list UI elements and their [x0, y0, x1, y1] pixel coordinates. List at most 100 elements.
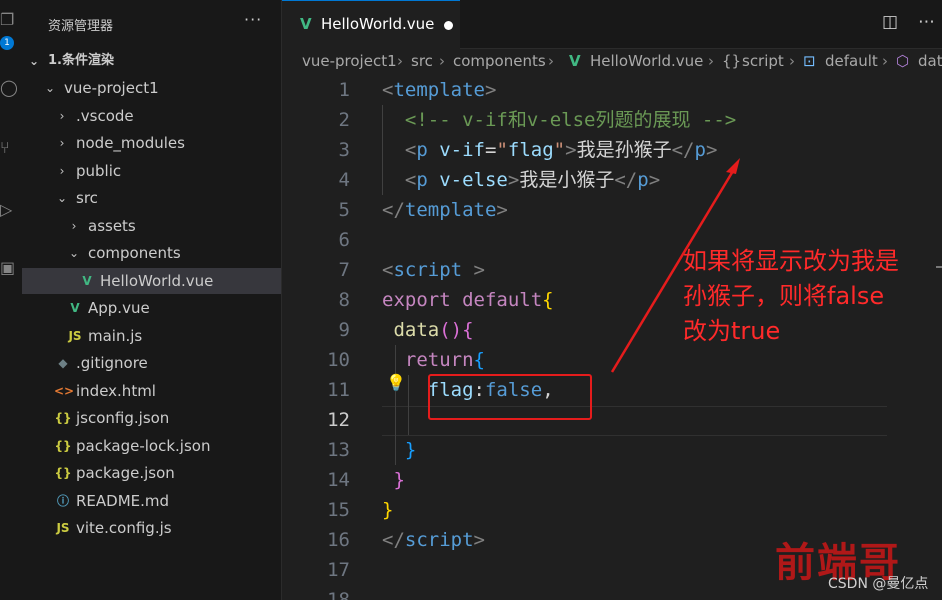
code-token: </	[671, 139, 695, 161]
code-token: p	[416, 139, 428, 161]
chevron-right-icon: ›	[59, 163, 65, 178]
tree-item[interactable]: ⓘ README.md	[22, 488, 281, 514]
code-token: data	[393, 319, 440, 341]
search-icon[interactable]: ◯	[0, 76, 22, 100]
json-file-icon: {}	[54, 438, 72, 453]
tree-item-label: package-lock.json	[76, 436, 211, 455]
chevron-right-icon: ›	[71, 218, 77, 233]
breadcrumb: vue-project1 › src › components › V Hell…	[282, 49, 942, 75]
code-token: >	[496, 199, 508, 221]
tree-item-label: assets	[88, 216, 136, 235]
code-line: }	[382, 495, 393, 525]
code-token: >	[648, 169, 661, 191]
code-line: </script>	[382, 525, 485, 555]
code-token: }	[382, 499, 394, 521]
more-actions-button[interactable]: ···	[244, 10, 262, 29]
tree-item[interactable]: {} package.json	[22, 460, 281, 486]
chevron-right-icon: ›	[882, 52, 888, 70]
code-token: script	[404, 529, 474, 551]
tree-item[interactable]: V App.vue	[22, 295, 281, 321]
tree-item[interactable]: JS main.js	[22, 323, 281, 349]
unsaved-dot-icon[interactable]	[444, 21, 453, 30]
code-token: =	[485, 139, 497, 161]
breadcrumb-item[interactable]: components	[453, 52, 546, 70]
vue-file-icon: V	[82, 273, 92, 288]
extensions-icon[interactable]: ▣	[0, 256, 22, 280]
line-number: 2	[338, 109, 350, 131]
explorer-icon[interactable]: ❐	[0, 8, 22, 32]
vue-file-icon: V	[70, 301, 80, 315]
code-line: export default{	[382, 285, 554, 315]
run-debug-icon[interactable]: ▷	[0, 198, 22, 222]
code-line: return{	[382, 345, 485, 375]
code-line: <p v-else>我是小猴子</p>	[382, 165, 660, 195]
tree-item-label: HelloWorld.vue	[100, 271, 214, 290]
tree-item[interactable]: JS vite.config.js	[22, 515, 281, 541]
code-token: export	[382, 289, 451, 311]
tree-item[interactable]: ⌄ vue-project1	[22, 75, 281, 101]
annotation-text: 如果将显示改为我是孙猴子，则将false改为true	[683, 247, 899, 345]
tree-item[interactable]: <> index.html	[22, 378, 281, 404]
tree-item-label: public	[76, 161, 122, 180]
git-file-icon: ◆	[58, 356, 68, 370]
tree-item[interactable]: ⌄ components	[22, 240, 281, 266]
tab-helloworld-vue[interactable]: V HelloWorld.vue	[282, 0, 460, 49]
tree-item[interactable]: {} package-lock.json	[22, 433, 281, 459]
js-file-icon: JS	[56, 521, 70, 535]
breadcrumb-item[interactable]: default	[825, 52, 878, 70]
source-control-icon[interactable]: ⑂	[0, 136, 22, 160]
code-token: >	[484, 79, 497, 101]
code-token: </	[382, 529, 405, 551]
tree-item[interactable]: ◆ .gitignore	[22, 350, 281, 376]
tree-item[interactable]: {} jsconfig.json	[22, 405, 281, 431]
tree-item-label: README.md	[76, 491, 170, 510]
breadcrumb-item[interactable]: data	[918, 52, 942, 70]
tree-item[interactable]: › public	[22, 158, 281, 184]
breadcrumb-item[interactable]: script	[742, 52, 784, 70]
code-token: p	[637, 169, 649, 191]
lightbulb-icon[interactable]: 💡	[386, 373, 406, 392]
code-token: return	[404, 349, 474, 371]
tree-item[interactable]: › .vscode	[22, 103, 281, 129]
tree-item-label: .gitignore	[76, 354, 148, 372]
code-token: "	[553, 139, 566, 161]
tab-bar: V HelloWorld.vue ◫ ⋯	[282, 0, 942, 49]
line-number: 13	[327, 439, 350, 461]
line-number: 17	[327, 559, 350, 581]
tab-label: HelloWorld.vue	[321, 15, 435, 33]
info-file-icon: ⓘ	[56, 493, 69, 508]
chevron-right-icon: ›	[59, 136, 65, 150]
line-number: 10	[327, 349, 350, 371]
code-token: flag	[507, 139, 554, 161]
json-file-icon: {}	[54, 466, 72, 480]
scrollbar-marker[interactable]	[936, 266, 942, 268]
explorer-section-header[interactable]: ⌄ 1.条件渲染	[22, 48, 281, 74]
chevron-right-icon: ›	[397, 52, 403, 70]
tree-item[interactable]: › assets	[22, 213, 281, 239]
chevron-down-icon: ⌄	[56, 191, 68, 205]
chevron-right-icon: ›	[439, 52, 445, 70]
code-token: </	[382, 199, 405, 221]
breadcrumb-item[interactable]: HelloWorld.vue	[590, 52, 703, 70]
code-token: p	[694, 139, 706, 161]
tree-item[interactable]: V HelloWorld.vue	[22, 267, 281, 294]
tree-item[interactable]: › node_modules	[22, 130, 281, 156]
method-icon: ⬡	[896, 52, 910, 70]
code-token: {	[473, 349, 485, 371]
tree-item[interactable]: ⌄ src	[22, 185, 281, 211]
breadcrumb-item[interactable]: src	[411, 52, 433, 70]
line-number: 9	[338, 319, 350, 341]
breadcrumb-item[interactable]: vue-project1	[302, 52, 397, 70]
chevron-down-icon: ⌄	[28, 54, 40, 68]
line-number: 5	[338, 199, 350, 221]
symbol-icon: ⊡	[803, 52, 816, 70]
tree-item-label: node_modules	[76, 134, 185, 152]
code-token: default	[462, 289, 543, 311]
split-editor-icon[interactable]: ◫	[882, 12, 898, 32]
code-line: <script >	[382, 255, 485, 285]
more-icon[interactable]: ⋯	[918, 12, 935, 32]
